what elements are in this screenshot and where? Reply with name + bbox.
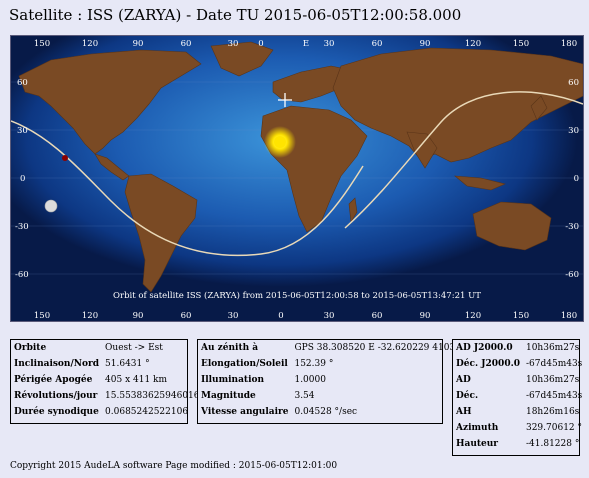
left-tick: 30 xyxy=(17,126,28,136)
info-label: Vitesse angulaire xyxy=(201,407,289,417)
info-label: Déc. xyxy=(456,391,479,401)
bottom-tick: 90 xyxy=(133,311,144,321)
info-value: GPS 38.308520 E -32.620229 410339 xyxy=(294,343,467,353)
bottom-tick: 180 xyxy=(561,311,577,321)
top-tick: 30 xyxy=(324,39,335,49)
top-tick: 30 xyxy=(228,39,239,49)
right-tick: 30 xyxy=(568,126,579,136)
info-row: Inclinaison/Nord 51.6431 ° xyxy=(11,356,203,372)
info-row: Elongation/Soleil 152.39 ° xyxy=(198,356,470,372)
bottom-tick: 30 xyxy=(228,311,239,321)
orbit-info-panel: Orbite Ouest -> Est Inclinaison/Nord 51.64… xyxy=(10,339,200,424)
right-tick: 0 xyxy=(574,174,579,184)
map-caption: Orbit of satellite ISS (ZARYA) from 2015… xyxy=(113,290,481,301)
left-tick: -60 xyxy=(15,270,29,280)
info-label: Au zénith à xyxy=(201,343,259,353)
info-row: AD 10h36m27s xyxy=(453,372,585,388)
info-row: Magnitude 3.54 xyxy=(198,388,470,404)
info-row: AD J2000.0 10h36m27s xyxy=(453,340,585,356)
info-row: Périgée Apogée 405 x 411 km xyxy=(11,372,203,388)
left-tick: -30 xyxy=(15,222,29,232)
left-tick: 0 xyxy=(20,174,25,184)
top-tick: 120 xyxy=(82,39,98,49)
info-row: Durée synodique 0.0685242522106 xyxy=(11,404,203,420)
satellite-marker-icon xyxy=(62,155,68,161)
info-label: Durée synodique xyxy=(14,407,99,417)
info-value: 18h26m16s xyxy=(525,407,580,417)
info-row: Hauteur -41.81228 ° xyxy=(453,436,585,452)
info-value: -41.81228 ° xyxy=(525,439,580,449)
info-value: 405 x 411 km xyxy=(105,375,168,385)
top-tick: 60 xyxy=(372,39,383,49)
top-tick: 120 xyxy=(465,39,481,49)
info-label: Déc. J2000.0 xyxy=(456,359,520,369)
info-value: 0.04528 °/sec xyxy=(294,407,358,417)
info-label: Azimuth xyxy=(456,423,499,433)
footer-copyright: Copyright 2015 AudeLA software Page modi… xyxy=(10,461,338,471)
bottom-tick: 0 xyxy=(278,311,283,321)
info-row: Déc. J2000.0 -67d45m43s xyxy=(453,356,585,372)
bottom-tick: 60 xyxy=(181,311,192,321)
info-label: AD xyxy=(456,375,471,385)
info-value: -67d45m43s xyxy=(525,391,583,401)
info-value: 329.70612 ° xyxy=(525,423,583,433)
info-row: Révolutions/jour 15.55383625946016 xyxy=(11,388,203,404)
page-title: Satellite : ISS (ZARYA) - Date TU 2015-0… xyxy=(9,6,462,24)
bottom-tick: 120 xyxy=(465,311,481,321)
info-label: Orbite xyxy=(14,343,47,353)
info-value: 10h36m27s xyxy=(525,343,580,353)
right-tick: -60 xyxy=(565,270,579,280)
info-row: Vitesse angulaire 0.04528 °/sec xyxy=(198,404,470,420)
info-value: 10h36m27s xyxy=(525,375,580,385)
info-label: AD J2000.0 xyxy=(456,343,513,353)
top-tick: 60 xyxy=(181,39,192,49)
right-tick: 60 xyxy=(568,78,579,88)
info-label: Révolutions/jour xyxy=(14,391,98,401)
bottom-tick: 90 xyxy=(420,311,431,321)
map-canvas: 150 120 90 60 30 0 E 30 60 90 120 150 18… xyxy=(11,36,583,321)
top-tick: 0 xyxy=(258,39,263,49)
zenith-info-panel: Au zénith à GPS 38.308520 E -32.620229 41… xyxy=(197,339,467,424)
bottom-tick: 60 xyxy=(372,311,383,321)
world-map: 150 120 90 60 30 0 E 30 60 90 120 150 18… xyxy=(10,35,584,322)
top-tick: 90 xyxy=(133,39,144,49)
info-label: Inclinaison/Nord xyxy=(14,359,100,369)
info-value: -67d45m43s xyxy=(525,359,583,369)
top-tick: 180 xyxy=(561,39,577,49)
moon-icon xyxy=(44,199,58,213)
top-tick: 150 xyxy=(34,39,50,49)
info-value: 1.0000 xyxy=(294,375,326,385)
info-value: 0.0685242522106 xyxy=(105,407,189,417)
coords-info-panel: AD J2000.0 10h36m27s Déc. J2000.0 -67d45m4… xyxy=(452,339,582,456)
info-label: Périgée Apogée xyxy=(14,375,93,385)
info-value: 15.55383625946016 xyxy=(105,391,200,401)
right-tick: -30 xyxy=(565,222,579,232)
info-row: Illumination 1.0000 xyxy=(198,372,470,388)
info-row: Au zénith à GPS 38.308520 E -32.620229 41… xyxy=(198,340,470,356)
bottom-tick: 150 xyxy=(513,311,529,321)
info-label: Elongation/Soleil xyxy=(201,359,288,369)
top-tick: 90 xyxy=(420,39,431,49)
bottom-tick: 120 xyxy=(82,311,98,321)
left-tick: 60 xyxy=(17,78,28,88)
bottom-tick: 150 xyxy=(34,311,50,321)
bottom-tick: 30 xyxy=(324,311,335,321)
info-row: AH 18h26m16s xyxy=(453,404,585,420)
info-value: Ouest -> Est xyxy=(105,343,163,353)
info-label: Hauteur xyxy=(456,439,499,449)
info-label: AH xyxy=(456,407,472,417)
info-value: 152.39 ° xyxy=(294,359,334,369)
info-row: Déc. -67d45m43s xyxy=(453,388,585,404)
info-row: Orbite Ouest -> Est xyxy=(11,340,203,356)
info-value: 3.54 xyxy=(294,391,315,401)
sun-core-icon xyxy=(274,136,286,148)
info-value: 51.6431 ° xyxy=(105,359,150,369)
info-row: Azimuth 329.70612 ° xyxy=(453,420,585,436)
info-label: Illumination xyxy=(201,375,265,385)
top-tick: E xyxy=(303,39,309,49)
info-label: Magnitude xyxy=(201,391,256,401)
top-tick: 150 xyxy=(513,39,529,49)
